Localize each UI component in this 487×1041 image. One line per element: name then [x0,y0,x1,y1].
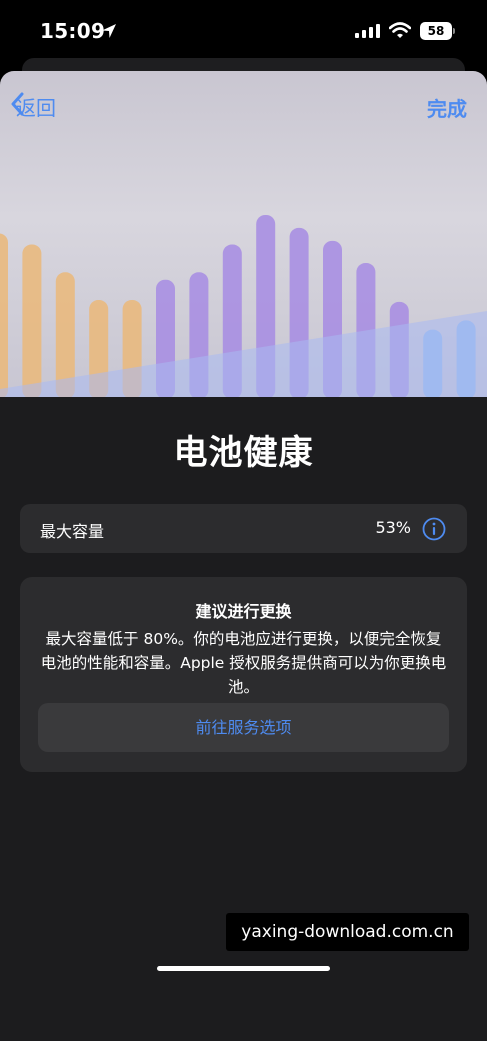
wifi-icon [389,22,411,38]
service-options-button[interactable]: 前往服务选项 [38,703,449,752]
battery-hero-illustration: 返回 完成 [0,71,487,397]
page-title: 电池健康 [173,433,314,473]
back-button[interactable]: 返回 [10,92,56,120]
done-button[interactable]: 完成 [427,93,467,122]
hero-bars-graphic [0,214,487,397]
advice-body: 最大容量低于 80%。你的电池应进行更换，以便完全恢复电池的性能和容量。Appl… [40,630,447,696]
battery-level: 58 [420,22,452,40]
advice-title: 建议进行更换 [195,602,292,621]
capacity-label: 最大容量 [40,522,105,541]
location-arrow-icon [102,24,116,38]
info-icon[interactable] [422,517,446,541]
home-indicator[interactable] [157,966,330,971]
battery-icon: 58 [420,22,455,40]
replacement-advice-card: 建议进行更换 最大容量低于 80%。你的电池应进行更换，以便完全恢复电池的性能和… [20,577,467,772]
status-bar: 15:09 58 [0,0,487,62]
chevron-left-icon [11,92,24,116]
battery-health-sheet: 返回 完成 电池健康 最大容量 53% 建议进行更换 最大容量低于 80%。你的… [0,71,487,1041]
capacity-value: 53% [375,518,411,537]
status-time: 15:09 [40,19,106,43]
hero-bar [22,244,42,397]
battery-tip [453,28,455,34]
cellular-signal-icon [355,24,380,38]
watermark: yaxing-download.com.cn [226,913,469,951]
hero-bar [0,233,8,397]
maximum-capacity-row: 最大容量 53% [20,504,467,553]
